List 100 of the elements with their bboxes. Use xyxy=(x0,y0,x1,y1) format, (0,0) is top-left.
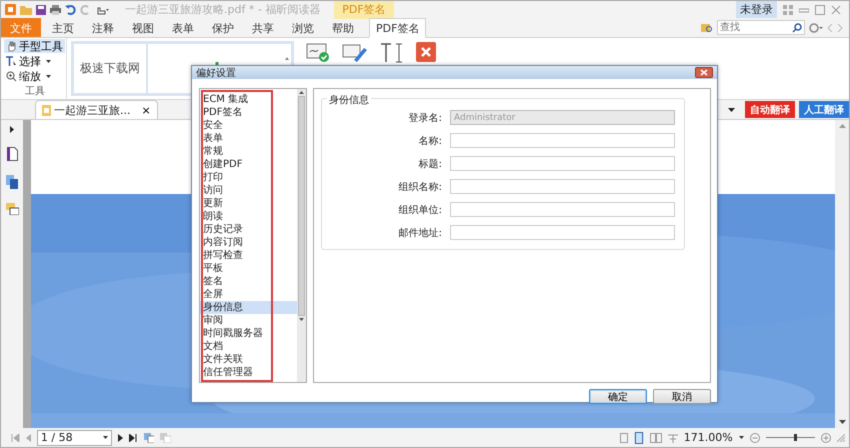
print-icon[interactable] xyxy=(50,4,61,14)
undo-icon[interactable] xyxy=(65,4,76,14)
previous-page-icon[interactable] xyxy=(26,434,31,442)
category-item[interactable]: PDF签名 xyxy=(200,106,297,119)
last-page-icon[interactable] xyxy=(128,434,138,442)
signature-check-icon[interactable] xyxy=(306,42,330,64)
settings-icon[interactable] xyxy=(809,22,823,32)
translate-button[interactable]: 人工翻译 xyxy=(799,101,849,118)
pdf-file-icon xyxy=(42,104,51,116)
account-button[interactable]: 未登录 xyxy=(736,1,777,18)
ribbon-tab[interactable]: 表单 xyxy=(165,18,201,37)
field-label: 组织单位: xyxy=(398,204,442,216)
input-field[interactable] xyxy=(450,156,675,171)
page-number-field[interactable]: 1 / 58 xyxy=(36,430,112,446)
scrollbar-thumb[interactable] xyxy=(298,96,305,316)
ribbon-tab[interactable]: 帮助 xyxy=(325,18,361,37)
ribbon-tab[interactable]: 共享 xyxy=(245,18,281,37)
category-item[interactable]: 安全 xyxy=(200,119,297,132)
ribbon-tab[interactable]: 主页 xyxy=(45,18,81,37)
scroll-down-icon[interactable] xyxy=(838,420,846,424)
category-item[interactable]: 表单 xyxy=(200,132,297,145)
input-field[interactable] xyxy=(450,202,675,217)
document-tab-title: 一起游三亚旅... xyxy=(54,102,130,118)
text-icon[interactable] xyxy=(380,42,404,64)
category-item[interactable]: 朗读 xyxy=(200,210,297,223)
translate-button[interactable]: 自动翻译 xyxy=(745,101,795,118)
category-item[interactable]: 更新 xyxy=(200,197,297,210)
category-item[interactable]: 访问 xyxy=(200,184,297,197)
hand-icon xyxy=(6,40,17,52)
search-icon[interactable] xyxy=(792,23,802,33)
ribbon-tab[interactable]: 注释 xyxy=(85,18,121,37)
ribbon-tab[interactable]: 保护 xyxy=(205,18,241,37)
slider-thumb[interactable] xyxy=(794,434,798,441)
zoom-level: 171.00% xyxy=(684,431,733,444)
first-page-icon[interactable] xyxy=(11,434,20,442)
next-page-icon[interactable] xyxy=(118,434,123,442)
text-cursor-icon xyxy=(6,56,17,66)
save-icon[interactable] xyxy=(36,4,46,14)
category-item[interactable]: 审阅 xyxy=(200,314,297,327)
category-item[interactable]: 历史记录 xyxy=(200,223,297,236)
category-item[interactable]: 文档 xyxy=(200,340,297,353)
category-item[interactable]: 创建PDF xyxy=(200,158,297,171)
layers-icon[interactable] xyxy=(6,175,18,189)
dialog-button[interactable]: 确定 xyxy=(589,389,647,404)
comments-icon[interactable] xyxy=(6,203,18,215)
category-item[interactable]: ECM 集成 xyxy=(200,93,297,106)
scroll-down-icon[interactable] xyxy=(299,318,304,321)
dropdown-icon[interactable] xyxy=(738,436,744,439)
category-item[interactable]: 全屏 xyxy=(200,288,297,301)
close-icon xyxy=(700,69,708,76)
field-label: 邮件地址: xyxy=(398,226,442,240)
category-item[interactable]: 时间戳服务器 xyxy=(200,327,297,340)
tool-button[interactable]: 缩放 xyxy=(4,69,53,83)
tool-button[interactable]: 手型工具 xyxy=(4,39,65,53)
input-field[interactable] xyxy=(450,179,675,194)
group-title: 身份信息 xyxy=(327,93,371,107)
field-label: 标题: xyxy=(418,158,442,170)
dialog-button[interactable]: 取消 xyxy=(653,389,711,404)
tool-button[interactable]: 选择 xyxy=(4,54,53,68)
resize-grip-icon xyxy=(837,434,846,442)
category-item[interactable]: 内容订阅 xyxy=(200,236,297,249)
category-item[interactable]: 身份信息 xyxy=(200,301,297,314)
document-tab[interactable]: 一起游三亚旅... × xyxy=(35,100,158,119)
zoom-out-icon[interactable] xyxy=(750,432,760,442)
zoom-in-icon[interactable] xyxy=(821,432,832,442)
input-field[interactable] xyxy=(450,133,675,148)
category-item[interactable]: 信任管理器 xyxy=(200,366,297,379)
category-item[interactable]: 常规 xyxy=(200,145,297,158)
ribbon-tab[interactable]: PDF签名 xyxy=(369,18,426,38)
search-field[interactable]: 查找 xyxy=(717,20,805,35)
close-tab-button[interactable]: × xyxy=(134,104,151,116)
ribbon-tab[interactable]: 视图 xyxy=(125,18,161,37)
category-item[interactable]: 拼写检查 xyxy=(200,249,297,262)
category-item[interactable]: 平板 xyxy=(200,262,297,275)
input-field[interactable] xyxy=(450,225,675,240)
app-logo-icon xyxy=(5,4,16,15)
ribbon-tab[interactable]: 浏览 xyxy=(285,18,321,37)
dropdown-icon[interactable] xyxy=(728,108,735,112)
field-label: 登录名: xyxy=(408,112,442,124)
window-title: 一起游三亚旅游攻略.pdf * - 福昕阅读器 xyxy=(125,2,320,17)
maximize-icon[interactable] xyxy=(815,4,825,14)
dropdown-icon[interactable] xyxy=(102,436,108,439)
continuous-page-icon[interactable] xyxy=(634,432,644,444)
category-item[interactable]: 文件关联 xyxy=(200,353,297,366)
pen-document-icon[interactable] xyxy=(342,42,368,64)
single-page-icon[interactable] xyxy=(620,432,628,442)
page-icon[interactable] xyxy=(6,147,18,161)
grid-icon[interactable] xyxy=(783,4,793,14)
group-label: 工具 xyxy=(24,85,46,99)
close-signature-icon[interactable] xyxy=(416,42,436,62)
facing-pages-icon[interactable] xyxy=(650,432,662,442)
close-button[interactable] xyxy=(695,67,713,78)
close-icon[interactable] xyxy=(831,4,841,14)
find-icon[interactable] xyxy=(701,22,713,33)
zoom-icon xyxy=(6,70,17,82)
category-item[interactable]: 打印 xyxy=(200,171,297,184)
scroll-up-icon[interactable] xyxy=(299,91,304,94)
copy-pages-icon[interactable] xyxy=(144,432,154,442)
expand-icon[interactable] xyxy=(10,126,14,133)
category-item[interactable]: 签名 xyxy=(200,275,297,288)
